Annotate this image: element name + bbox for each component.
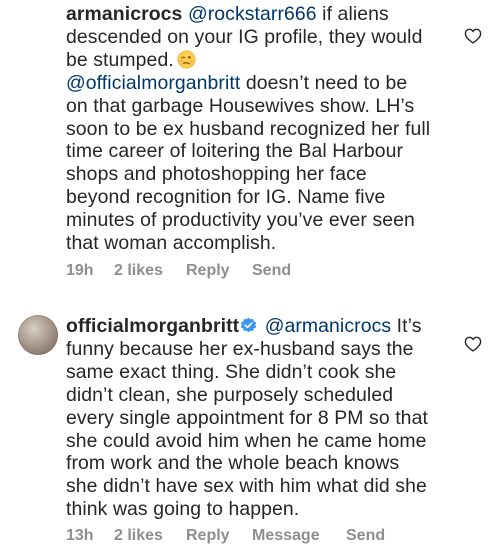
comment-body-text: she didn’t have sex with him what did sh…	[66, 475, 427, 498]
comment-line: she could avoid him when he came home	[66, 430, 448, 453]
comment-meta: 13h 2 likes Reply Message Send	[66, 527, 385, 545]
comment-line: on that garbage Housewives show. LH’s	[66, 95, 448, 118]
comment-body-text: soon to be ex husband recognized her ful…	[66, 117, 431, 140]
comment-body-text: be stumped.	[66, 48, 174, 71]
like-heart-icon[interactable]	[464, 336, 482, 352]
comment-line: officialmorganbritt @armanicrocs It’s	[66, 315, 448, 338]
comment-time: 13h	[66, 527, 94, 544]
comment-text: armanicrocs @rockstarr666 if aliens desce…	[66, 3, 448, 255]
username-link[interactable]: officialmorganbritt	[66, 315, 239, 337]
comment-line: didn’t clean, she purposely scheduled	[66, 384, 448, 407]
comment-meta: 19h 2 likes Reply Send	[66, 262, 291, 280]
likes-count-button[interactable]: 2 likes	[114, 527, 186, 545]
comment-line: from work and the whole beach knows	[66, 452, 448, 475]
comment-body-text: she could avoid him when he came home	[66, 429, 427, 452]
comment-line: every single appointment for 8 PM so tha…	[66, 407, 448, 430]
comment-body-text: funny because her ex-husband says the	[66, 337, 414, 360]
comment-line: time career of loitering the Bal Harbour	[66, 140, 448, 163]
username-link[interactable]: armanicrocs	[66, 3, 182, 25]
mention-link[interactable]: @officialmorganbritt	[66, 72, 240, 94]
like-heart-icon[interactable]	[464, 28, 482, 44]
comment-line: she didn’t have sex with him what did sh…	[66, 475, 448, 498]
comment-line: same exact thing. She didn’t cook she	[66, 361, 448, 384]
comment-body-text: that woman accomplish.	[66, 232, 277, 255]
comment-line: descended on your IG profile, they would	[66, 26, 448, 49]
comment-line: soon to be ex husband recognized her ful…	[66, 118, 448, 141]
comment-line: that woman accomplish.	[66, 232, 448, 255]
reply-button[interactable]: Reply	[186, 262, 252, 280]
comment-body-text: on that garbage Housewives show. LH’s	[66, 94, 415, 117]
verified-badge-icon	[241, 317, 257, 333]
message-button[interactable]: Message	[252, 527, 346, 545]
mention-link[interactable]: @armanicrocs	[265, 315, 391, 337]
comment-line: minutes of productivity you’ve ever seen	[66, 209, 448, 232]
avatar[interactable]	[18, 315, 58, 355]
comment-line: think was going to happen.	[66, 498, 448, 521]
comment-line: beyond recognition for IG. Name five	[66, 186, 448, 209]
mention-link[interactable]: @rockstarr666	[188, 3, 317, 25]
comment-text: officialmorganbritt @armanicrocs It’s fun…	[66, 315, 448, 521]
comment-body-text: from work and the whole beach knows	[66, 452, 400, 475]
woozy-face-emoji	[177, 50, 196, 69]
comment-body-text: every single appointment for 8 PM so tha…	[66, 406, 428, 429]
comment-body-text: beyond recognition for IG. Name five	[66, 186, 386, 209]
comment-line: armanicrocs @rockstarr666 if aliens	[66, 3, 448, 26]
comment-line: funny because her ex-husband says the	[66, 338, 448, 361]
comment-line: be stumped.	[66, 49, 448, 72]
comment-body-text: same exact thing. She didn’t cook she	[66, 360, 397, 383]
comment-body-text: minutes of productivity you’ve ever seen	[66, 209, 415, 232]
comment-body-text: if aliens	[316, 3, 389, 25]
comment-body-text: time career of loitering the Bal Harbour	[66, 140, 404, 163]
comment-body-text: doesn’t need to be	[240, 71, 408, 94]
comment-body-text: shops and photoshopping her face	[66, 163, 367, 186]
comment-line: @officialmorganbritt doesn’t need to be	[66, 72, 448, 95]
send-button[interactable]: Send	[346, 527, 385, 545]
send-button[interactable]: Send	[252, 262, 291, 280]
comment-line: shops and photoshopping her face	[66, 163, 448, 186]
comment-time: 19h	[66, 262, 94, 279]
reply-button[interactable]: Reply	[186, 527, 252, 545]
comment-body-text: descended on your IG profile, they would	[66, 25, 423, 48]
comment-body-text: think was going to happen.	[66, 498, 300, 521]
comment-body-text: didn’t clean, she purposely scheduled	[66, 383, 394, 406]
comment-body-text: It’s	[391, 315, 422, 337]
likes-count-button[interactable]: 2 likes	[114, 262, 186, 280]
